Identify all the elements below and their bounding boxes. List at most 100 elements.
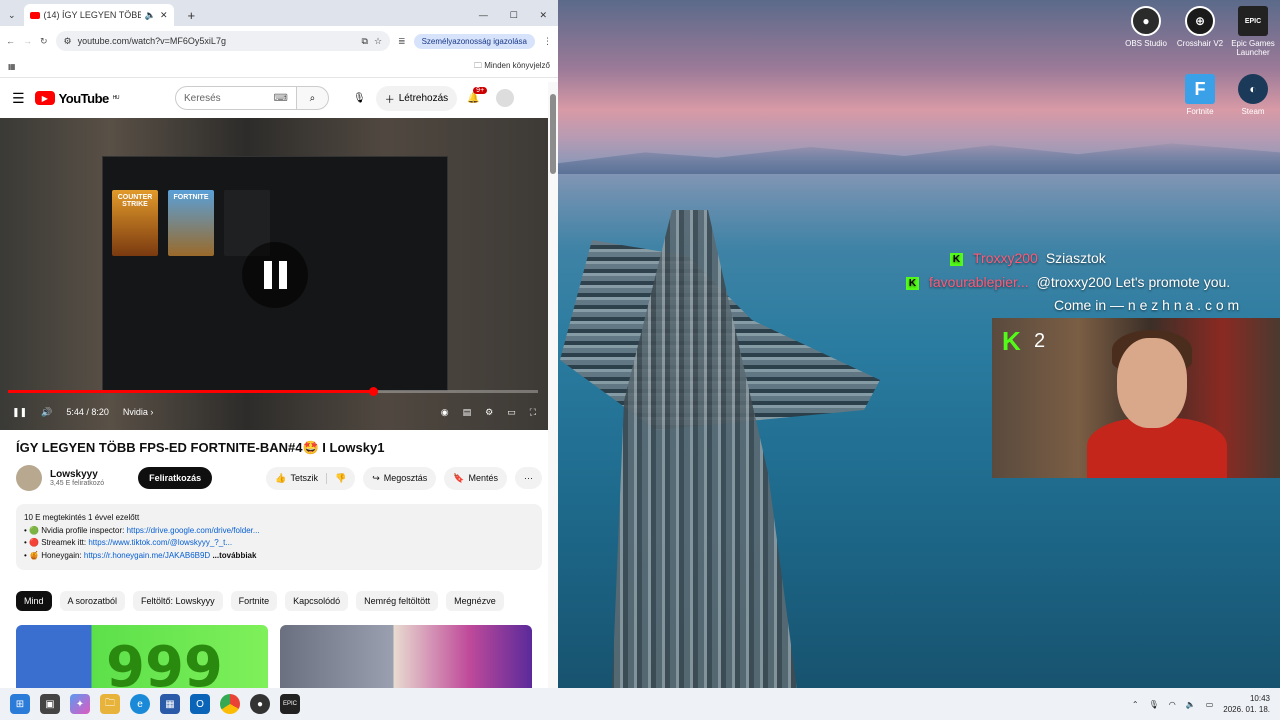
- chip-recent[interactable]: Nemrég feltöltött: [356, 591, 439, 611]
- edge-icon[interactable]: e: [130, 694, 150, 714]
- clock[interactable]: 10:43 2026. 01. 18.: [1223, 693, 1270, 715]
- fullscreen-icon[interactable]: ⛶: [530, 407, 536, 418]
- more-icon: ···: [524, 473, 533, 483]
- speaker-icon[interactable]: 🔈: [1186, 700, 1196, 709]
- settings-gear-icon[interactable]: ⚙: [485, 407, 493, 418]
- like-button[interactable]: 👍 Tetszik 👎: [266, 466, 356, 490]
- chip-related[interactable]: Kapcsolódó: [285, 591, 349, 611]
- desktop-icon-fortnite[interactable]: F Fortnite: [1172, 74, 1228, 116]
- subscribe-button[interactable]: Feliratkozás: [138, 467, 213, 489]
- desktop-icon-epic[interactable]: EPIC Epic Games Launcher: [1225, 6, 1280, 57]
- fortnite-icon: F: [1185, 74, 1215, 104]
- show-more-button[interactable]: ...továbbiak: [212, 551, 256, 560]
- video-player[interactable]: COUNTER STRIKE FORTNITE ❚❚ 🔊 5:44 / 8:20…: [0, 118, 548, 430]
- apps-grid-icon[interactable]: ▦: [8, 62, 16, 71]
- bookmark-star-icon[interactable]: ☆: [374, 36, 382, 47]
- epic-taskbar-icon[interactable]: EPIC: [280, 694, 300, 714]
- volume-icon[interactable]: 🔊: [41, 407, 52, 418]
- chip-all[interactable]: Mind: [16, 591, 52, 611]
- back-icon[interactable]: ←: [6, 36, 15, 46]
- chevron-up-icon[interactable]: ⌃: [1132, 700, 1139, 709]
- site-info-icon[interactable]: ⚙: [64, 36, 72, 47]
- chip-series[interactable]: A sorozatból: [59, 591, 126, 611]
- pause-icon[interactable]: ❚❚: [12, 407, 27, 418]
- autoplay-toggle-icon[interactable]: ◉: [441, 407, 449, 418]
- bookmark-icon: 🔖: [453, 472, 465, 483]
- recommendation-chips: Mind A sorozatból Feltöltő: Lowskyyy For…: [0, 570, 558, 611]
- account-avatar[interactable]: [495, 89, 514, 107]
- channel-name[interactable]: Lowskyyy: [50, 469, 104, 480]
- close-tab-icon[interactable]: ✕: [160, 10, 168, 21]
- kick-icon: K: [950, 253, 963, 266]
- description-link[interactable]: https://drive.google.com/drive/folder...: [127, 526, 260, 535]
- tab-search-menu-icon[interactable]: ≣: [398, 36, 406, 47]
- kick-logo-icon: K: [1002, 326, 1021, 356]
- outlook-icon[interactable]: O: [190, 694, 210, 714]
- profile-button[interactable]: Személyazonosság igazolása: [413, 33, 535, 49]
- task-view-icon[interactable]: ▣: [40, 694, 60, 714]
- wifi-icon[interactable]: ◠: [1169, 700, 1176, 709]
- tab-bar: ⌄ (14) ÍGY LEGYEN TÖBB FPS-... 🔈 ✕ + — ☐…: [0, 0, 558, 26]
- more-actions-button[interactable]: ···: [515, 467, 542, 489]
- file-explorer-icon[interactable]: 🗀: [100, 694, 120, 714]
- chip-fortnite[interactable]: Fortnite: [230, 591, 278, 611]
- share-button[interactable]: ↪ Megosztás: [363, 466, 437, 490]
- windows-start-icon[interactable]: ⊞: [10, 694, 30, 714]
- voice-search-icon[interactable]: 🎙: [353, 93, 366, 104]
- subscriber-count: 3,45 E feliratkozó: [50, 480, 105, 487]
- maximize-icon[interactable]: ☐: [510, 10, 518, 21]
- install-icon[interactable]: ⧉: [362, 36, 368, 47]
- chip-watched[interactable]: Megnézve: [446, 591, 504, 611]
- keyboard-icon[interactable]: ⌨: [274, 93, 288, 104]
- subtitles-icon[interactable]: ▤: [463, 407, 472, 418]
- new-tab-button[interactable]: +: [188, 8, 196, 23]
- all-bookmarks-button[interactable]: 🗀 Minden könyvjelző: [474, 60, 550, 74]
- chat-message: K Troxxy200 Sziasztok: [950, 250, 1106, 266]
- copilot-icon[interactable]: ✦: [70, 694, 90, 714]
- save-button[interactable]: 🔖 Mentés: [444, 466, 507, 490]
- theater-mode-icon[interactable]: ▭: [507, 407, 516, 418]
- address-bar[interactable]: ⚙ youtube.com/watch?v=MF6Oy5xiL7g ⧉ ☆: [55, 31, 391, 51]
- search-button[interactable]: ⌕: [296, 86, 329, 110]
- progress-bar[interactable]: [8, 387, 538, 396]
- channel-avatar[interactable]: [16, 465, 42, 491]
- menu-hamburger-icon[interactable]: ☰: [12, 90, 25, 107]
- desktop-icon-obs[interactable]: ● OBS Studio: [1118, 6, 1174, 48]
- video-thumbnail[interactable]: 999: [16, 625, 268, 688]
- tab-search-icon[interactable]: ⌄: [8, 10, 16, 21]
- chrome-icon[interactable]: [220, 694, 240, 714]
- browser-menu-icon[interactable]: ⋮: [543, 36, 552, 47]
- progress-scrubber[interactable]: [368, 387, 378, 396]
- close-window-icon[interactable]: ✕: [540, 10, 548, 21]
- mute-tab-icon[interactable]: 🔈: [145, 10, 156, 21]
- steam-icon: ◐: [1238, 74, 1268, 104]
- channel-row: Lowskyyy 3,45 E feliratkozó Feliratkozás…: [0, 462, 558, 494]
- search-icon: ⌕: [309, 92, 316, 104]
- description-link[interactable]: https://r.honeygain.me/JAKAB6B9D: [84, 551, 210, 560]
- youtube-logo[interactable]: ▶ YouTube HU: [34, 91, 120, 106]
- reload-icon[interactable]: ↻: [40, 36, 48, 47]
- desktop-icon-steam[interactable]: ◐ Steam: [1225, 74, 1280, 116]
- page-scrollbar[interactable]: [548, 82, 558, 688]
- desktop-icon-crosshair[interactable]: ⊕ Crosshair V2: [1172, 6, 1228, 48]
- description-box[interactable]: 10 E megtekintés 1 évvel ezelőtt • 🟢 Nvi…: [16, 504, 542, 570]
- search-input[interactable]: Keresés ⌨: [174, 86, 297, 110]
- store-icon[interactable]: ▦: [160, 694, 180, 714]
- video-card-fortnite: FORTNITE: [168, 190, 214, 256]
- description-link[interactable]: https://www.tiktok.com/@lowskyyy_?_t...: [88, 538, 232, 547]
- notifications-button[interactable]: 🔔 9+: [467, 86, 488, 104]
- chapter-button[interactable]: Nvidia ›: [123, 407, 154, 417]
- obs-taskbar-icon[interactable]: ●: [250, 694, 270, 714]
- chip-uploader[interactable]: Feltöltő: Lowskyyy: [133, 591, 223, 611]
- pause-overlay-icon[interactable]: [242, 242, 308, 308]
- create-button[interactable]: ＋ Létrehozás: [375, 85, 458, 111]
- minimize-icon[interactable]: —: [479, 10, 488, 21]
- battery-icon[interactable]: ▭: [1206, 700, 1214, 709]
- thumbs-up-icon: 👍: [275, 472, 287, 483]
- recommended-videos: 999: [0, 611, 558, 688]
- tab-youtube[interactable]: (14) ÍGY LEGYEN TÖBB FPS-... 🔈 ✕: [23, 4, 174, 26]
- video-thumbnail[interactable]: [280, 625, 532, 688]
- microphone-icon[interactable]: 🎙: [1149, 700, 1159, 709]
- forward-icon[interactable]: →: [23, 36, 32, 46]
- thumbs-down-icon[interactable]: 👎: [325, 472, 346, 484]
